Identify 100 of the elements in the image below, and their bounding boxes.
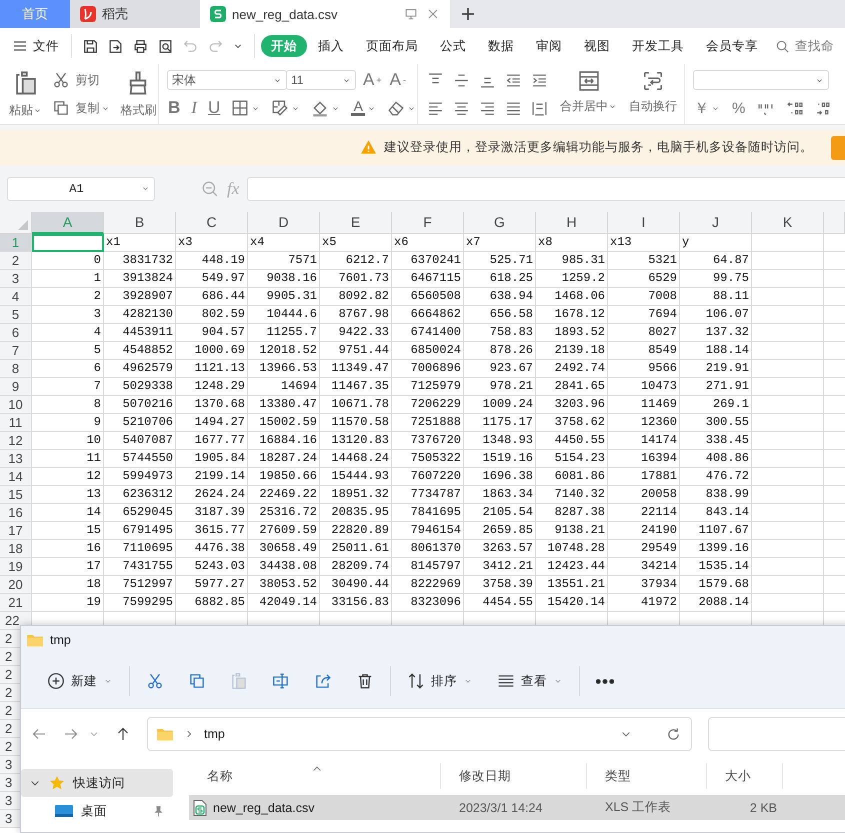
row-number[interactable]: 2: [5, 667, 12, 682]
column-header[interactable]: D: [248, 212, 320, 234]
row-number[interactable]: 2: [5, 721, 12, 736]
percent-button[interactable]: %: [731, 100, 746, 116]
column-header[interactable]: B: [104, 212, 176, 234]
table-cell: 219.91: [680, 360, 752, 378]
align-right-button[interactable]: [478, 100, 497, 116]
active-cell[interactable]: [32, 234, 104, 252]
column-header[interactable]: K: [752, 212, 824, 234]
sidebar-item[interactable]: 快速访问: [21, 769, 173, 797]
sort-button[interactable]: 排序: [395, 665, 485, 697]
row-number[interactable]: 2: [5, 739, 12, 754]
text-lines-icon: [505, 72, 522, 88]
row-header[interactable]: 13: [0, 450, 32, 468]
ribbon-tab[interactable]: 开发工具: [621, 35, 695, 57]
increase-indent-button[interactable]: [530, 72, 549, 88]
align-left-button[interactable]: [426, 100, 445, 116]
decrease-indent-button[interactable]: [504, 72, 523, 88]
row-header[interactable]: 20: [0, 576, 32, 594]
paste-button[interactable]: 粘贴: [8, 68, 43, 119]
column-header[interactable]: 修改日期: [441, 763, 587, 789]
row-header[interactable]: 3: [0, 270, 32, 288]
table-cell: 10444.6: [248, 306, 320, 324]
italic-button[interactable]: I: [190, 98, 198, 118]
app-tab[interactable]: 稻壳: [70, 0, 200, 28]
column-header[interactable]: 名称: [189, 763, 441, 789]
column-header[interactable]: C: [176, 212, 248, 234]
row-header[interactable]: 14: [0, 468, 32, 486]
increase-decimal-button[interactable]: [785, 100, 804, 116]
row-header[interactable]: 17: [0, 522, 32, 540]
distribute-button[interactable]: [530, 100, 549, 116]
text-lines-icon: [505, 100, 522, 116]
row-header[interactable]: 6: [0, 324, 32, 342]
column-header[interactable]: F: [392, 212, 464, 234]
shrink-font-button[interactable]: A$^{-}$: [388, 70, 407, 90]
table-cell: 7431755: [104, 558, 176, 576]
grow-font-button[interactable]: A$^{+}$: [362, 70, 383, 90]
table-cell: 923.67: [464, 360, 536, 378]
view-button[interactable]: 查看: [485, 665, 575, 697]
column-header[interactable]: H: [536, 212, 608, 234]
row-header[interactable]: 18: [0, 540, 32, 558]
font-color-button[interactable]: A: [350, 100, 378, 116]
row-number[interactable]: 3: [5, 757, 12, 772]
row-number[interactable]: 2: [5, 703, 12, 718]
bold-button[interactable]: B: [167, 98, 182, 118]
column-header[interactable]: G: [464, 212, 536, 234]
column-header[interactable]: J: [680, 212, 752, 234]
column-header[interactable]: 大小: [707, 763, 783, 789]
table-cell: 12360: [608, 414, 680, 432]
ribbon-tab[interactable]: 会员专享: [695, 35, 769, 57]
new-button[interactable]: 新建: [35, 665, 125, 697]
column-header[interactable]: 类型: [587, 763, 707, 789]
merge-center-button[interactable]: 合并居中: [559, 68, 618, 115]
row-header[interactable]: 7: [0, 342, 32, 360]
row-header[interactable]: 19: [0, 558, 32, 576]
formula-input[interactable]: [247, 176, 845, 200]
command-search[interactable]: 查找命: [775, 32, 834, 60]
ribbon-tab[interactable]: 插入: [307, 35, 355, 57]
name-box[interactable]: A1: [7, 176, 155, 200]
justify-button[interactable]: [504, 100, 523, 116]
column-header[interactable]: I: [608, 212, 680, 234]
font-size-dropdown[interactable]: 11: [286, 70, 356, 90]
column-header[interactable]: E: [320, 212, 392, 234]
row-header[interactable]: 5: [0, 306, 32, 324]
row-number[interactable]: 2: [5, 631, 12, 646]
format-painter-button[interactable]: 格式刷: [119, 68, 158, 119]
row-number[interactable]: 2: [5, 685, 12, 700]
row-header[interactable]: 21: [0, 594, 32, 612]
font-name-dropdown[interactable]: 宋体: [167, 70, 287, 90]
copy-button[interactable]: 复制: [51, 96, 112, 120]
align-middle-button[interactable]: [452, 72, 471, 88]
currency-button[interactable]: ￥: [693, 98, 721, 118]
row-number[interactable]: 2: [5, 649, 12, 664]
address-bar[interactable]: tmp: [147, 717, 692, 751]
ribbon-tab[interactable]: 视图: [573, 35, 621, 57]
row-header[interactable]: 11: [0, 414, 32, 432]
ribbon-tab[interactable]: 页面布局: [355, 35, 429, 57]
search-field[interactable]: [708, 717, 845, 751]
underline-button[interactable]: U: [206, 98, 222, 118]
align-center-button[interactable]: [452, 100, 471, 116]
wrap-text-button[interactable]: 自动换行: [628, 68, 678, 115]
row-header[interactable]: 15: [0, 486, 32, 504]
sidebar-item[interactable]: 桌面: [21, 797, 173, 825]
ribbon-tab[interactable]: 公式: [429, 35, 477, 57]
row-header[interactable]: 9: [0, 378, 32, 396]
row-header[interactable]: 4: [0, 288, 32, 306]
row-header[interactable]: 8: [0, 360, 32, 378]
row-header[interactable]: 16: [0, 504, 32, 522]
row-header[interactable]: 2: [0, 252, 32, 270]
row-header[interactable]: 10: [0, 396, 32, 414]
row-number[interactable]: 3: [5, 775, 12, 790]
row-header[interactable]: 12: [0, 432, 32, 450]
ribbon-tab[interactable]: 数据: [477, 35, 525, 57]
cut-button[interactable]: 剪切: [51, 68, 112, 92]
row-number[interactable]: 3: [5, 793, 12, 808]
ribbon-tab[interactable]: 审阅: [525, 35, 573, 57]
app-tab[interactable]: new_reg_data.csv: [200, 0, 450, 28]
file-row[interactable]: new_reg_data.csv 2023/3/1 14:24 XLS 工作表 2 KB: [189, 795, 845, 820]
file-menu[interactable]: 文件: [10, 32, 65, 60]
row-number[interactable]: 3: [5, 811, 12, 826]
